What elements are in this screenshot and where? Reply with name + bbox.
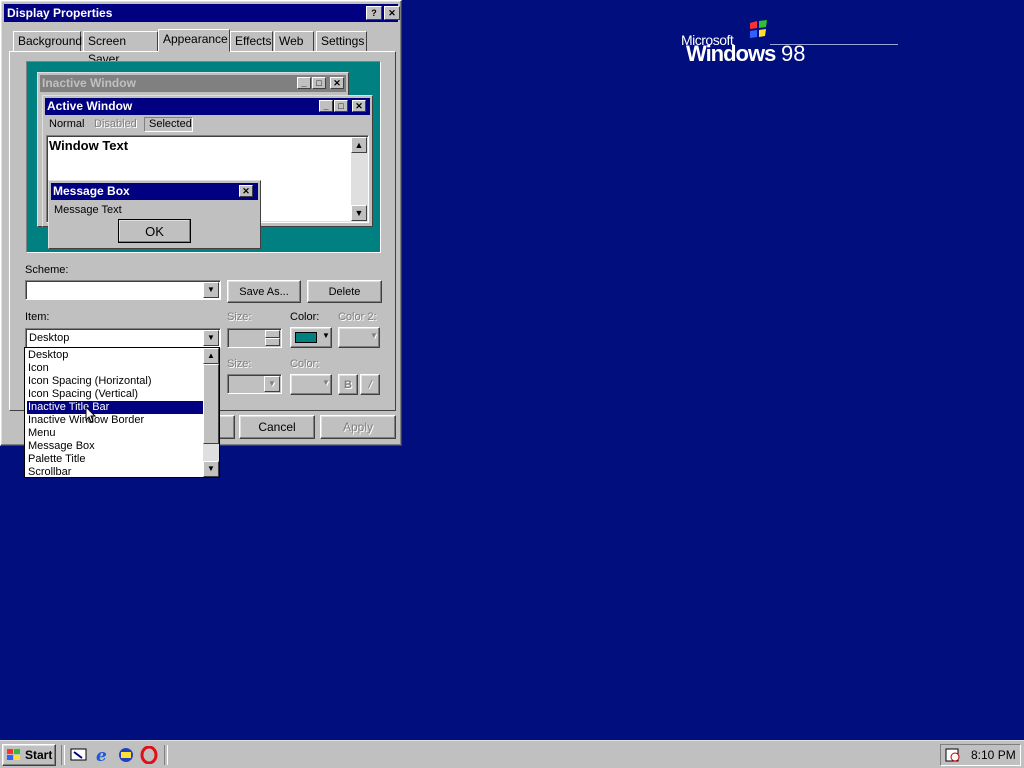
preview-message-title[interactable]: Message Box: [51, 183, 258, 200]
scroll-down-icon[interactable]: ▼: [203, 461, 219, 477]
show-desktop-icon[interactable]: [70, 746, 88, 764]
logo-version-text: 98: [781, 41, 806, 66]
logo-windows-text: Windows: [686, 41, 776, 66]
preview-menu-disabled[interactable]: Disabled: [94, 118, 137, 130]
size-spinner[interactable]: [227, 328, 282, 348]
list-item-selected[interactable]: Inactive Title Bar: [27, 401, 205, 414]
chevron-down-icon[interactable]: ▼: [264, 376, 280, 392]
scheme-select[interactable]: ▼: [25, 280, 221, 300]
tab-appearance[interactable]: Appearance: [158, 29, 230, 52]
chevron-down-icon: ▼: [370, 331, 378, 340]
scroll-up-icon: ▲: [351, 137, 367, 153]
item-label: Item:: [25, 311, 50, 323]
mouse-cursor-icon: [85, 406, 97, 423]
chevron-down-icon: ▼: [322, 331, 330, 340]
apply-button[interactable]: Apply: [320, 415, 396, 439]
item-dropdown-list[interactable]: Desktop Icon Icon Spacing (Horizontal) I…: [24, 347, 220, 478]
channels-icon[interactable]: [117, 746, 135, 764]
color-swatch: [295, 332, 317, 343]
preview-scrollbar[interactable]: ▲ ▼: [351, 137, 367, 221]
system-tray: 8:10 PM: [940, 744, 1021, 766]
preview-window-text[interactable]: Window Text: [49, 138, 128, 153]
list-item[interactable]: Icon: [27, 362, 205, 375]
internet-explorer-icon[interactable]: e: [94, 746, 112, 766]
tab-effects[interactable]: Effects: [230, 31, 273, 51]
close-icon: ✕: [352, 100, 366, 112]
bold-button[interactable]: B: [338, 374, 358, 395]
list-item[interactable]: Message Box: [27, 440, 205, 453]
scroll-thumb[interactable]: [203, 364, 219, 444]
scroll-down-icon: ▼: [351, 205, 367, 221]
scroll-up-icon[interactable]: ▲: [203, 348, 219, 364]
list-scrollbar[interactable]: ▲ ▼: [203, 348, 219, 477]
help-button[interactable]: ?: [366, 6, 382, 20]
list-item[interactable]: Icon Spacing (Vertical): [27, 388, 205, 401]
spin-up-icon[interactable]: [265, 330, 280, 338]
tab-screen-saver[interactable]: Screen Saver: [83, 31, 158, 66]
preview-message-box[interactable]: Message Box ✕ Message Text OK: [48, 180, 261, 249]
font-color-label: Color:: [290, 358, 320, 370]
tab-background[interactable]: Background: [13, 31, 82, 51]
start-button[interactable]: Start: [2, 744, 56, 766]
item-select[interactable]: Desktop ▼: [25, 328, 221, 348]
chevron-down-icon[interactable]: ▼: [203, 330, 219, 346]
preview-menu-normal[interactable]: Normal: [49, 118, 84, 130]
clock[interactable]: 8:10 PM: [971, 748, 1016, 762]
size-label: Size:: [227, 311, 252, 323]
preview-menu-selected[interactable]: Selected: [144, 117, 193, 132]
windows-flag-icon: [750, 20, 767, 38]
minimize-icon: _: [319, 100, 333, 112]
taskbar-separator: [164, 745, 168, 765]
spin-down-icon[interactable]: [265, 338, 280, 346]
color-picker-button[interactable]: ▼: [290, 327, 332, 348]
font-size-select[interactable]: ▼: [227, 374, 282, 394]
save-as-button[interactable]: Save As...: [227, 280, 301, 303]
tab-settings[interactable]: Settings: [316, 31, 367, 51]
dialog-title: Display Properties: [7, 6, 113, 20]
italic-button[interactable]: /: [360, 374, 380, 395]
chevron-down-icon[interactable]: ▼: [203, 282, 219, 298]
maximize-icon: □: [334, 100, 348, 112]
start-label: Start: [25, 748, 53, 762]
dialog-titlebar[interactable]: Display Properties: [4, 4, 398, 22]
delete-button[interactable]: Delete: [307, 280, 382, 303]
list-item[interactable]: Menu: [27, 427, 205, 440]
appearance-preview[interactable]: Inactive Window _ □ ✕ Active Window _ □ …: [26, 61, 381, 253]
close-icon: ✕: [330, 77, 344, 89]
windows-flag-icon: [7, 749, 20, 760]
list-item[interactable]: Icon Spacing (Horizontal): [27, 375, 205, 388]
preview-ok-button[interactable]: OK: [118, 219, 191, 243]
list-item[interactable]: Scrollbar: [27, 466, 205, 479]
color2-picker-button[interactable]: ▼: [338, 327, 380, 348]
scheme-label: Scheme:: [25, 264, 69, 276]
minimize-icon: _: [297, 77, 311, 89]
svg-text:e: e: [96, 746, 107, 764]
font-color-button[interactable]: ▼: [290, 374, 332, 395]
list-item[interactable]: Palette Title: [27, 453, 205, 466]
close-icon: ✕: [239, 185, 253, 197]
taskbar-separator: [61, 745, 65, 765]
chevron-down-icon: ▼: [322, 378, 330, 387]
color2-label: Color 2:: [338, 311, 377, 323]
tab-web[interactable]: Web: [274, 31, 314, 51]
opera-icon[interactable]: [140, 745, 158, 765]
task-scheduler-icon[interactable]: [945, 747, 961, 763]
color-label: Color:: [290, 311, 320, 323]
preview-message-text[interactable]: Message Text: [54, 204, 122, 216]
cancel-button[interactable]: Cancel: [239, 415, 315, 439]
list-item[interactable]: Inactive Window Border: [27, 414, 205, 427]
item-value: Desktop: [29, 332, 70, 344]
font-size-label: Size:: [227, 358, 252, 370]
list-item[interactable]: Desktop: [27, 349, 205, 362]
maximize-icon: □: [312, 77, 326, 89]
close-button[interactable]: ✕: [384, 6, 400, 20]
taskbar: Start e 8:10 PM: [0, 740, 1024, 768]
